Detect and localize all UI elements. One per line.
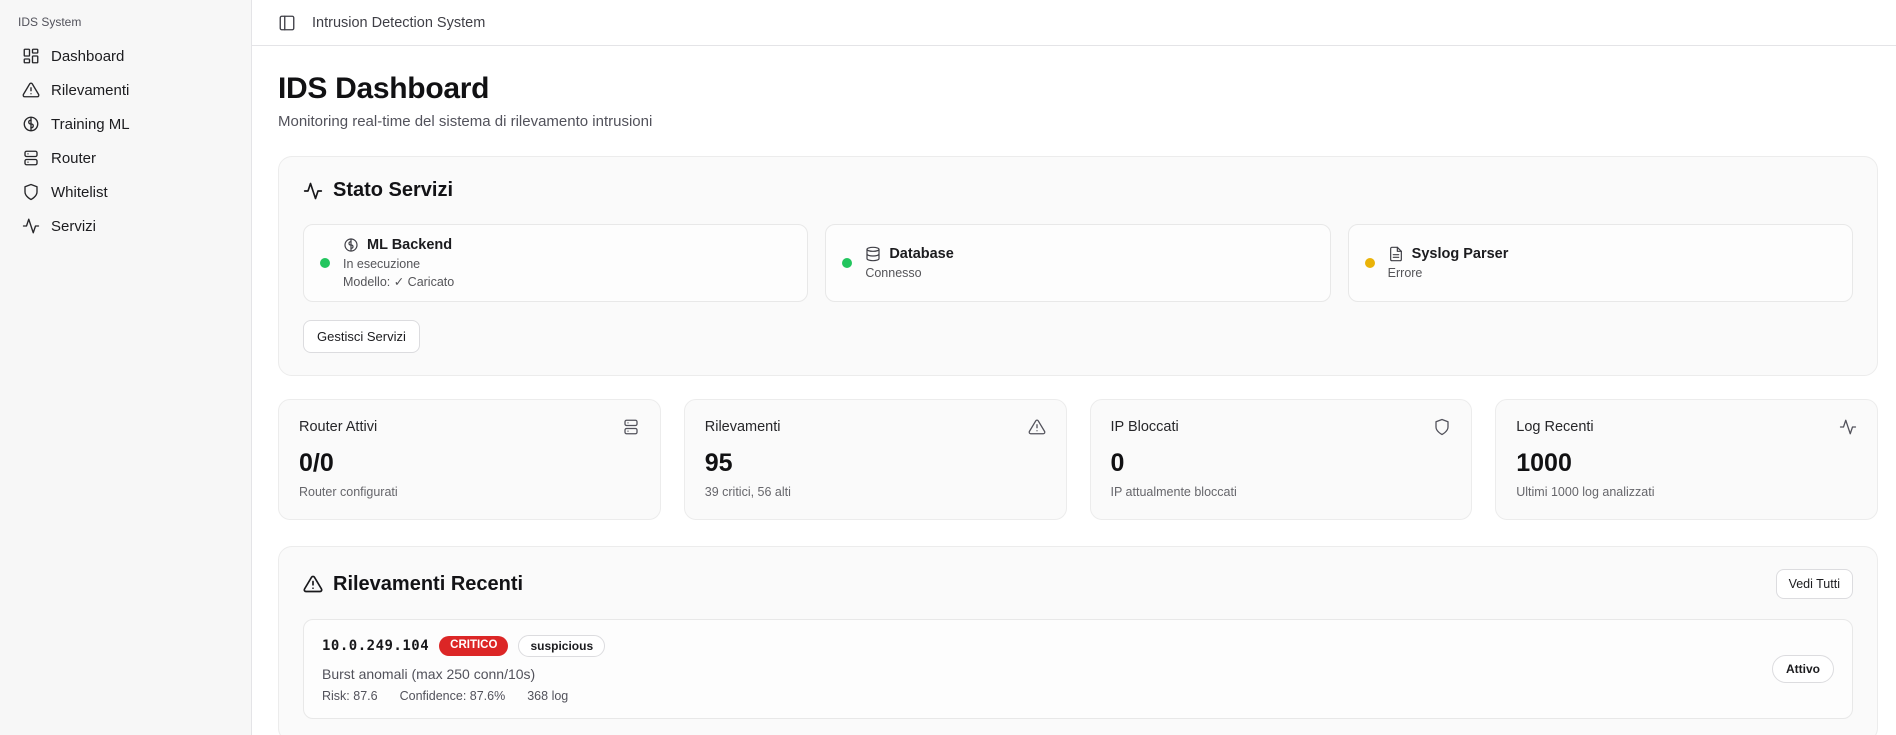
alert-triangle-icon [22,81,40,99]
page-subtitle: Monitoring real-time del sistema di rile… [278,113,1878,130]
detection-ip: 10.0.249.104 [322,638,429,654]
detection-message: Burst anomali (max 250 conn/10s) [322,666,605,682]
database-icon [865,246,881,262]
services-section-title: Stato Servizi [333,179,453,202]
service-model-status: Modello: ✓ Caricato [343,274,454,289]
detection-risk: Risk: 87.6 [322,689,378,703]
stat-card-router-attivi: Router Attivi 0/0 Router configurati [278,399,661,520]
status-dot [842,258,852,268]
stat-sub: Ultimi 1000 log analizzati [1516,485,1857,499]
sidebar-item-whitelist[interactable]: Whitelist [14,175,237,209]
sidebar-item-rilevamenti[interactable]: Rilevamenti [14,73,237,107]
sidebar-item-label: Servizi [51,218,96,235]
detection-state-badge: Attivo [1772,655,1834,683]
detections-section: Rilevamenti Recenti Vedi Tutti 10.0.249.… [278,546,1878,735]
shield-icon [1433,418,1451,436]
sidebar-item-label: Rilevamenti [51,82,129,99]
shield-icon [22,183,40,201]
view-all-button[interactable]: Vedi Tutti [1776,569,1853,599]
sidebar-item-training-ml[interactable]: Training ML [14,107,237,141]
services-section: Stato Servizi ML Backend In esecuzione [278,156,1878,376]
stat-card-log-recenti: Log Recenti 1000 Ultimi 1000 log analizz… [1495,399,1878,520]
detection-log-count: 368 log [527,689,568,703]
tag-badge: suspicious [518,635,605,657]
page-title: IDS Dashboard [278,72,1878,106]
stat-value: 0/0 [299,449,640,478]
manage-services-button[interactable]: Gestisci Servizi [303,320,420,353]
panel-left-toggle-icon[interactable] [278,14,296,32]
detection-row: 10.0.249.104 CRITICO suspicious Burst an… [303,619,1853,719]
stat-sub: Router configurati [299,485,640,499]
service-name: Syslog Parser [1412,246,1509,262]
stat-value: 0 [1111,449,1452,478]
detection-confidence: Confidence: 87.6% [400,689,506,703]
sidebar-item-label: Router [51,150,96,167]
sidebar-item-label: Dashboard [51,48,124,65]
sidebar-item-dashboard[interactable]: Dashboard [14,39,237,73]
sidebar-item-servizi[interactable]: Servizi [14,209,237,243]
dashboard-icon [22,47,40,65]
service-card-database: Database Connesso [825,224,1330,302]
brain-icon [343,237,359,253]
alert-triangle-icon [303,574,323,594]
stat-label: Log Recenti [1516,419,1593,435]
service-name: Database [889,246,953,262]
stat-card-rilevamenti: Rilevamenti 95 39 critici, 56 alti [684,399,1067,520]
content: IDS Dashboard Monitoring real-time del s… [252,46,1896,735]
services-grid: ML Backend In esecuzione Modello: ✓ Cari… [303,224,1853,302]
sidebar-item-label: Training ML [51,116,130,133]
sidebar-title: IDS System [14,13,237,39]
alert-triangle-icon [1028,418,1046,436]
server-icon [22,149,40,167]
service-card-syslog-parser: Syslog Parser Errore [1348,224,1853,302]
activity-icon [22,217,40,235]
sidebar-item-label: Whitelist [51,184,108,201]
stats-grid: Router Attivi 0/0 Router configurati Ril… [278,399,1878,520]
sidebar-item-router[interactable]: Router [14,141,237,175]
brain-icon [22,115,40,133]
activity-icon [303,181,323,201]
service-card-ml-backend: ML Backend In esecuzione Modello: ✓ Cari… [303,224,808,302]
sidebar: IDS System Dashboard Rilevamenti Trainin… [0,0,252,735]
stat-sub: IP attualmente bloccati [1111,485,1452,499]
file-text-icon [1388,246,1404,262]
detections-section-title: Rilevamenti Recenti [333,573,523,596]
stat-label: Router Attivi [299,419,377,435]
service-status: Errore [1388,266,1509,280]
service-status: Connesso [865,266,953,280]
status-dot [320,258,330,268]
stat-label: IP Bloccati [1111,419,1179,435]
service-name: ML Backend [367,237,452,253]
stat-label: Rilevamenti [705,419,781,435]
status-dot [1365,258,1375,268]
severity-badge: CRITICO [439,636,508,656]
activity-icon [1839,418,1857,436]
topbar: Intrusion Detection System [252,0,1896,46]
service-status: In esecuzione [343,257,454,271]
stat-sub: 39 critici, 56 alti [705,485,1046,499]
stat-value: 1000 [1516,449,1857,478]
server-icon [622,418,640,436]
stat-card-ip-bloccati: IP Bloccati 0 IP attualmente bloccati [1090,399,1473,520]
topbar-title: Intrusion Detection System [312,15,485,31]
stat-value: 95 [705,449,1046,478]
main-area: Intrusion Detection System IDS Dashboard… [252,0,1896,735]
